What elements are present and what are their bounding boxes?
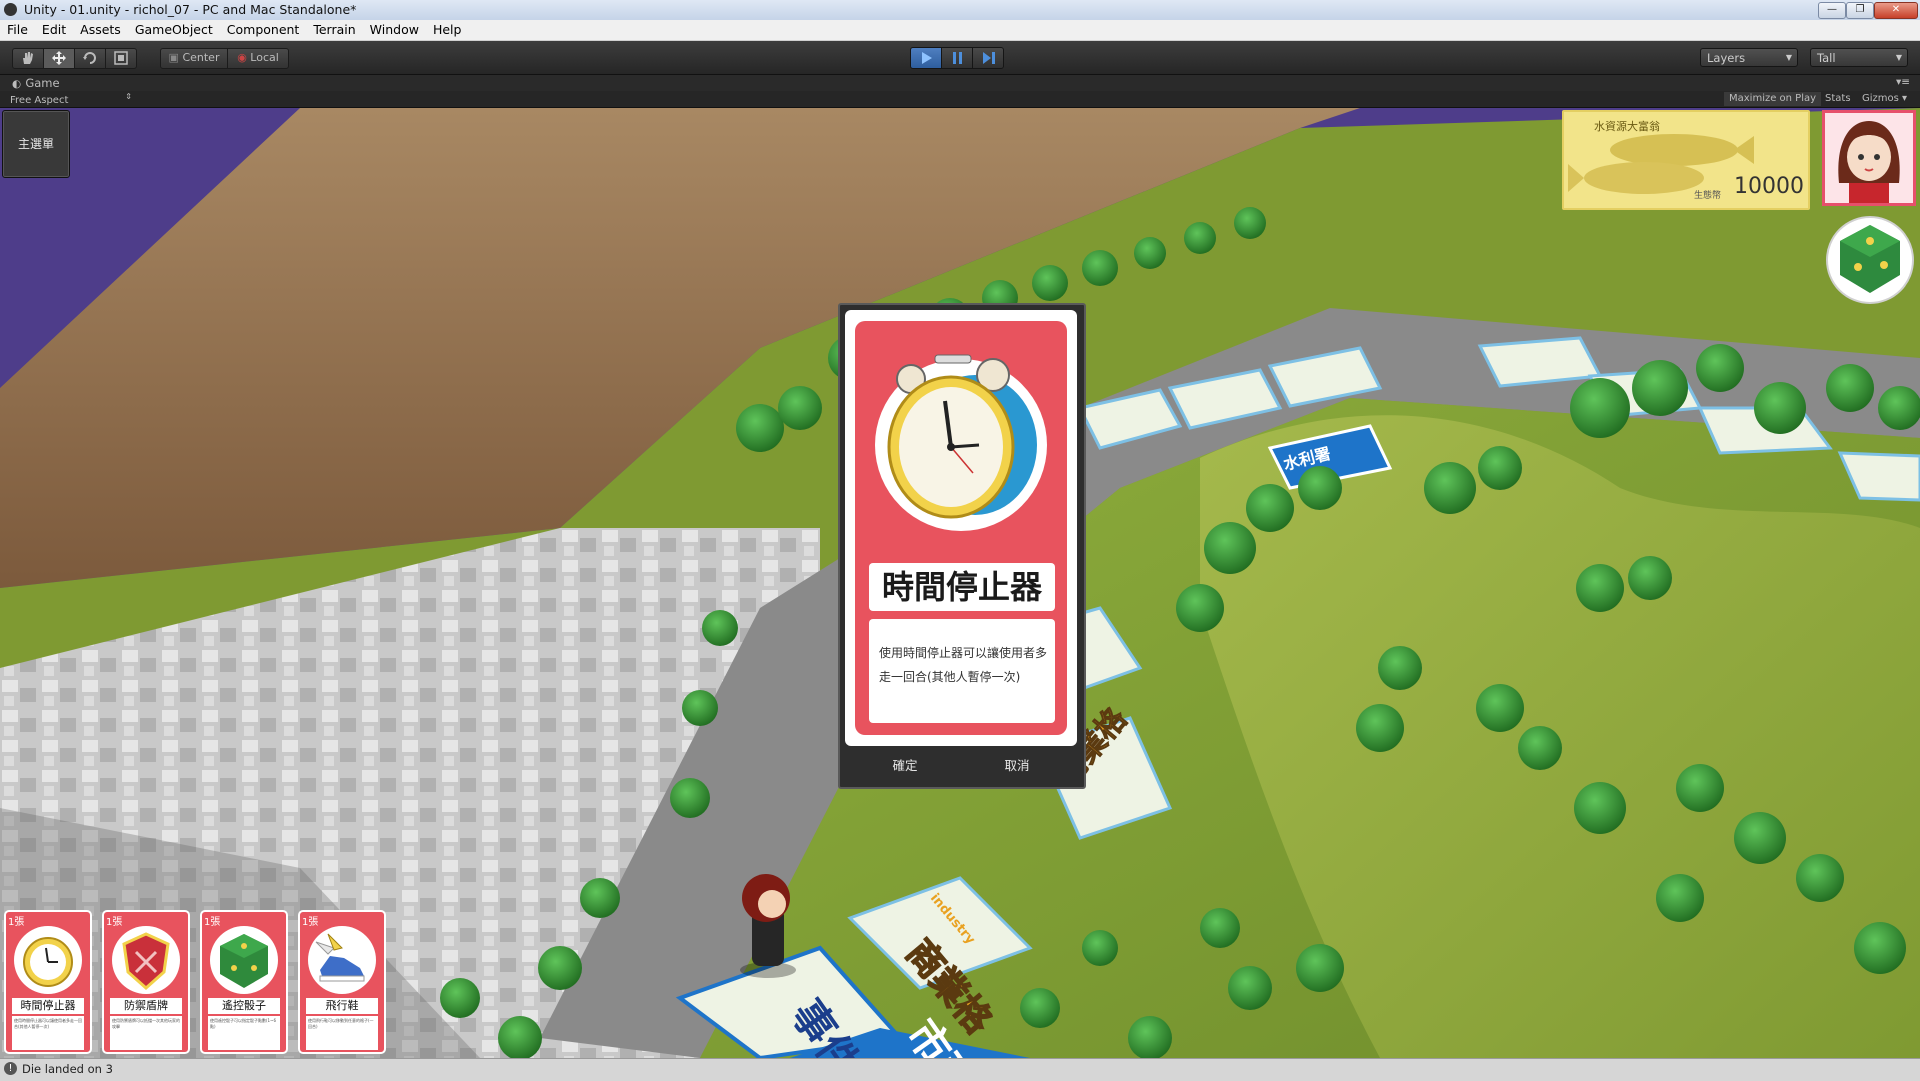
card-name: 時間停止器	[881, 568, 1042, 606]
layers-label: Layers	[1707, 51, 1746, 65]
card-face: 時間停止器 使用時間停止器可以讓使用者多走一回合(其他人暫停一次)	[855, 321, 1067, 735]
status-message: Die landed on 3	[22, 1062, 113, 1076]
minimize-button[interactable]: —	[1818, 2, 1846, 19]
chevron-down-icon: ▼	[1895, 53, 1902, 62]
gizmos-dropdown[interactable]: Gizmos ▾	[1857, 92, 1912, 106]
pivot-icon: ▣	[168, 51, 179, 64]
player-portrait[interactable]	[1822, 110, 1916, 206]
pause-icon	[953, 52, 962, 64]
maximize-button[interactable]: ❐	[1846, 2, 1874, 19]
card-description: 使用遙控骰子可以指定骰子點數(1~6點)	[208, 1016, 280, 1050]
card-name: 遙控骰子	[208, 998, 280, 1014]
avatar	[1825, 113, 1913, 203]
game-tab-bar: ◐ Game ▾≡	[0, 75, 1920, 91]
rotate-icon	[83, 52, 96, 64]
dice-icon	[210, 926, 278, 994]
tab-menu-icon[interactable]: ▾≡	[1896, 76, 1910, 88]
step-icon	[983, 52, 995, 64]
currency-label: 生態幣	[1694, 191, 1722, 201]
card-description: 使用飛行鞋可以移動到任意的格子(一回合)	[306, 1016, 378, 1050]
hand-card-time-stopper[interactable]: 1張 時間停止器 使用時間停止器可以讓使用者多走一回合(其他人暫停一次)	[4, 910, 92, 1054]
status-bar: ! Die landed on 3	[0, 1058, 1920, 1081]
pause-button[interactable]	[941, 47, 973, 69]
window-title: Unity - 01.unity - richol_07 - PC and Ma…	[24, 2, 357, 17]
money-amount: 10000	[1734, 174, 1804, 199]
menu-assets[interactable]: Assets	[73, 20, 128, 40]
card-description: 使用防禦盾牌可以抵擋一次其他玩家的攻擊	[110, 1016, 182, 1050]
chevron-updown-icon: ⇕	[125, 92, 132, 101]
pivot-label: Center	[182, 51, 220, 64]
alarm-clock-icon	[875, 354, 1047, 531]
space-label: Local	[250, 51, 279, 64]
card-description: 使用時間停止器可以讓使用者多走一回合(其他人暫停一次)	[879, 646, 1048, 684]
game-tab-icon: ◐	[12, 78, 22, 90]
game-options-bar: Free Aspect ⇕ Maximize on Play Stats Giz…	[0, 91, 1920, 108]
stats-button[interactable]: Stats	[1820, 92, 1856, 106]
window-title-bar: Unity - 01.unity - richol_07 - PC and Ma…	[0, 0, 1920, 21]
close-button[interactable]: ✕	[1874, 2, 1918, 19]
layout-dropdown[interactable]: Tall ▼	[1810, 48, 1908, 67]
dice-icon	[1826, 216, 1914, 304]
step-button[interactable]	[972, 47, 1004, 69]
move-tool-button[interactable]	[43, 48, 75, 69]
play-icon	[922, 52, 932, 64]
gizmos-label: Gizmos	[1862, 93, 1899, 104]
card-use-dialog: 時間停止器 使用時間停止器可以讓使用者多走一回合(其他人暫停一次) 確定 取消	[838, 303, 1086, 789]
shield-icon	[112, 926, 180, 994]
hand-card-remote-dice[interactable]: 1張 遙控骰子 使用遙控骰子可以指定骰子點數(1~6點)	[200, 910, 288, 1054]
alarm-clock-icon	[14, 926, 82, 994]
card-name: 防禦盾牌	[110, 998, 182, 1014]
editor-toolbar: ▣ Center ◉ Local Layers ▼ Tall ▼	[0, 41, 1920, 75]
menu-gameobject[interactable]: GameObject	[128, 20, 220, 40]
pivot-toggle[interactable]: ▣ Center	[160, 48, 228, 69]
layout-label: Tall	[1817, 51, 1836, 65]
scale-icon	[114, 51, 128, 65]
game-tab-label: Game	[25, 76, 60, 90]
info-icon: !	[4, 1062, 17, 1075]
confirm-button[interactable]: 確定	[850, 751, 960, 781]
dice-button[interactable]	[1824, 215, 1916, 305]
card-name: 時間停止器	[12, 998, 84, 1014]
maximize-on-play-toggle[interactable]: Maximize on Play	[1724, 92, 1822, 106]
menu-window[interactable]: Window	[363, 20, 426, 40]
menu-file[interactable]: File	[0, 20, 35, 40]
money-title: 水資源大富翁	[1594, 120, 1660, 133]
aspect-label: Free Aspect	[10, 95, 69, 106]
scale-tool-button[interactable]	[105, 48, 137, 69]
winged-shoe-icon	[308, 926, 376, 994]
unity-logo-icon	[4, 3, 17, 16]
money-display: 水資源大富翁 生態幣 10000	[1562, 110, 1810, 210]
rotate-tool-button[interactable]	[74, 48, 106, 69]
card-panel: 時間停止器 使用時間停止器可以讓使用者多走一回合(其他人暫停一次)	[845, 310, 1077, 746]
card-description-box: 使用時間停止器可以讓使用者多走一回合(其他人暫停一次)	[869, 619, 1055, 723]
layers-dropdown[interactable]: Layers ▼	[1700, 48, 1798, 67]
menu-bar: File Edit Assets GameObject Component Terrain…	[0, 20, 1920, 41]
aspect-dropdown[interactable]: Free Aspect ⇕	[10, 92, 132, 106]
local-icon: ◉	[237, 51, 247, 64]
play-button[interactable]	[910, 47, 942, 69]
card-description: 使用時間停止器可以讓使用者多走一回合(其他人暫停一次)	[12, 1016, 84, 1050]
chevron-down-icon: ▼	[1785, 53, 1792, 62]
tab-game[interactable]: ◐ Game	[4, 76, 68, 90]
hand-tool-button[interactable]	[12, 48, 44, 69]
card-name-box: 時間停止器	[869, 563, 1055, 611]
main-menu-button[interactable]: 主選單	[2, 110, 70, 178]
menu-help[interactable]: Help	[426, 20, 469, 40]
space-toggle[interactable]: ◉ Local	[227, 48, 289, 69]
menu-component[interactable]: Component	[220, 20, 307, 40]
move-icon	[52, 51, 66, 65]
hand-card-shield[interactable]: 1張 防禦盾牌 使用防禦盾牌可以抵擋一次其他玩家的攻擊	[102, 910, 190, 1054]
hand-icon	[23, 52, 33, 64]
cancel-button[interactable]: 取消	[962, 751, 1072, 781]
hand-card-flying-shoes[interactable]: 1張 飛行鞋 使用飛行鞋可以移動到任意的格子(一回合)	[298, 910, 386, 1054]
menu-terrain[interactable]: Terrain	[306, 20, 362, 40]
menu-edit[interactable]: Edit	[35, 20, 73, 40]
card-name: 飛行鞋	[306, 998, 378, 1014]
